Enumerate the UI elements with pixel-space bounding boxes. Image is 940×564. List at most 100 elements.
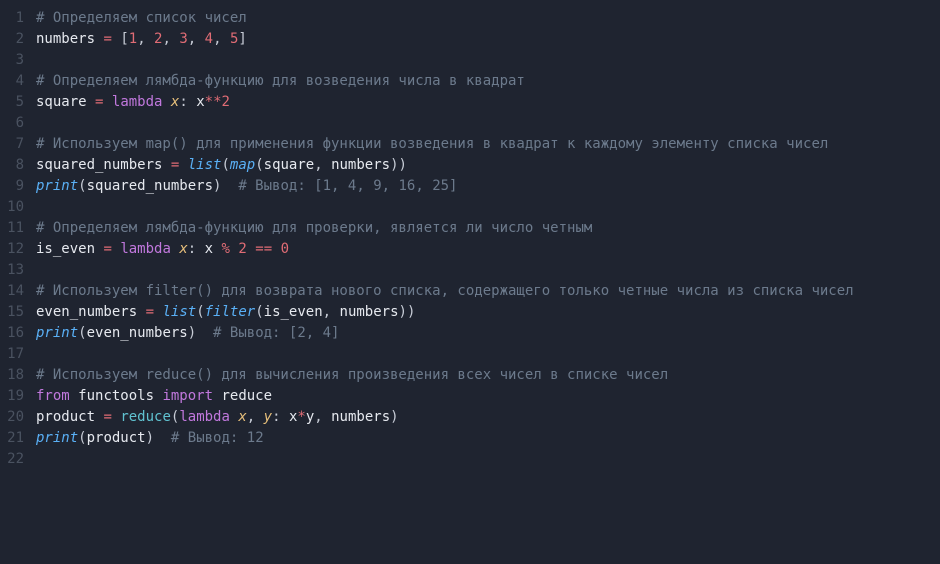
token — [137, 304, 145, 320]
token: x — [196, 94, 204, 110]
token: ( — [78, 430, 86, 446]
token: # Вывод: [2, 4] — [213, 325, 339, 341]
code-line: 4# Определяем лямбда-функцию для возведе… — [0, 71, 940, 92]
token: # Определяем лямбда-функцию для возведен… — [36, 73, 525, 89]
code-line: 1# Определяем список чисел — [0, 8, 940, 29]
line-number: 21 — [0, 428, 36, 449]
token: ) — [213, 178, 238, 194]
line-number: 18 — [0, 365, 36, 386]
token: ( — [255, 157, 263, 173]
token: list — [162, 304, 196, 320]
token: # Вывод: 12 — [171, 430, 264, 446]
token: : — [272, 409, 289, 425]
token: )) — [390, 157, 407, 173]
token: [ — [112, 31, 129, 47]
token: numbers — [340, 304, 399, 320]
token: * — [297, 409, 305, 425]
line-content[interactable]: print(even_numbers) # Вывод: [2, 4] — [36, 323, 940, 344]
line-content[interactable]: even_numbers = list(filter(is_even, numb… — [36, 302, 940, 323]
code-line: 8squared_numbers = list(map(square, numb… — [0, 155, 940, 176]
line-number: 9 — [0, 176, 36, 197]
line-number: 15 — [0, 302, 36, 323]
line-content[interactable]: numbers = [1, 2, 3, 4, 5] — [36, 29, 940, 50]
token: 2 — [238, 241, 246, 257]
token: even_numbers — [87, 325, 188, 341]
token: = — [103, 241, 111, 257]
token: x — [179, 241, 187, 257]
code-line: 17 — [0, 344, 940, 365]
line-content[interactable]: # Определяем лямбда-функцию для проверки… — [36, 218, 940, 239]
line-content[interactable]: is_even = lambda x: x % 2 == 0 — [36, 239, 940, 260]
token: , — [137, 31, 154, 47]
token: , — [323, 304, 340, 320]
token: = — [146, 304, 154, 320]
code-line: 5square = lambda x: x**2 — [0, 92, 940, 113]
token: # Определяем лямбда-функцию для проверки… — [36, 220, 592, 236]
token: 3 — [179, 31, 187, 47]
line-content[interactable]: # Определяем лямбда-функцию для возведен… — [36, 71, 940, 92]
line-content[interactable]: # Используем map() для применения функци… — [36, 134, 940, 155]
line-number: 22 — [0, 449, 36, 470]
token: 4 — [205, 31, 213, 47]
token: numbers — [36, 31, 95, 47]
token: = — [103, 409, 111, 425]
token: squared_numbers — [36, 157, 162, 173]
code-line: 11# Определяем лямбда-функцию для провер… — [0, 218, 940, 239]
token: = — [103, 31, 111, 47]
token: print — [36, 325, 78, 341]
line-content[interactable]: square = lambda x: x**2 — [36, 92, 940, 113]
code-line: 15even_numbers = list(filter(is_even, nu… — [0, 302, 940, 323]
token: 0 — [281, 241, 289, 257]
token: lambda — [179, 409, 230, 425]
token: numbers — [331, 409, 390, 425]
token: lambda — [112, 94, 163, 110]
line-number: 17 — [0, 344, 36, 365]
token: ( — [221, 157, 229, 173]
line-number: 20 — [0, 407, 36, 428]
token — [272, 241, 280, 257]
code-line: 18# Используем reduce() для вычисления п… — [0, 365, 940, 386]
line-content[interactable]: # Используем reduce() для вычисления про… — [36, 365, 940, 386]
token: list — [188, 157, 222, 173]
token: functools — [78, 388, 154, 404]
line-content[interactable]: squared_numbers = list(map(square, numbe… — [36, 155, 940, 176]
line-content[interactable]: print(product) # Вывод: 12 — [36, 428, 940, 449]
line-content[interactable]: from functools import reduce — [36, 386, 940, 407]
token — [162, 94, 170, 110]
line-number: 19 — [0, 386, 36, 407]
token: squared_numbers — [87, 178, 213, 194]
line-number: 1 — [0, 8, 36, 29]
code-line: 10 — [0, 197, 940, 218]
token — [247, 241, 255, 257]
token: : — [188, 241, 205, 257]
line-number: 3 — [0, 50, 36, 71]
code-line: 2numbers = [1, 2, 3, 4, 5] — [0, 29, 940, 50]
code-line: 19from functools import reduce — [0, 386, 940, 407]
token: ** — [205, 94, 222, 110]
code-line: 9print(squared_numbers) # Вывод: [1, 4, … — [0, 176, 940, 197]
code-line: 12is_even = lambda x: x % 2 == 0 — [0, 239, 940, 260]
token: 1 — [129, 31, 137, 47]
token: is_even — [36, 241, 95, 257]
code-block: 1# Определяем список чисел2numbers = [1,… — [0, 8, 940, 470]
code-line: 13 — [0, 260, 940, 281]
token: ) — [146, 430, 171, 446]
line-number: 6 — [0, 113, 36, 134]
line-content[interactable]: product = reduce(lambda x, y: x*y, numbe… — [36, 407, 940, 428]
code-line: 6 — [0, 113, 940, 134]
token: numbers — [331, 157, 390, 173]
token: map — [230, 157, 255, 173]
token: ( — [78, 325, 86, 341]
line-content[interactable]: # Используем filter() для возврата новог… — [36, 281, 940, 302]
token: , — [188, 31, 205, 47]
token: y — [264, 409, 272, 425]
code-line: 21print(product) # Вывод: 12 — [0, 428, 940, 449]
token: lambda — [120, 241, 171, 257]
line-content[interactable]: print(squared_numbers) # Вывод: [1, 4, 9… — [36, 176, 940, 197]
line-number: 12 — [0, 239, 36, 260]
line-content[interactable]: # Определяем список чисел — [36, 8, 940, 29]
line-number: 16 — [0, 323, 36, 344]
code-line: 20product = reduce(lambda x, y: x*y, num… — [0, 407, 940, 428]
line-number: 11 — [0, 218, 36, 239]
token: ( — [196, 304, 204, 320]
